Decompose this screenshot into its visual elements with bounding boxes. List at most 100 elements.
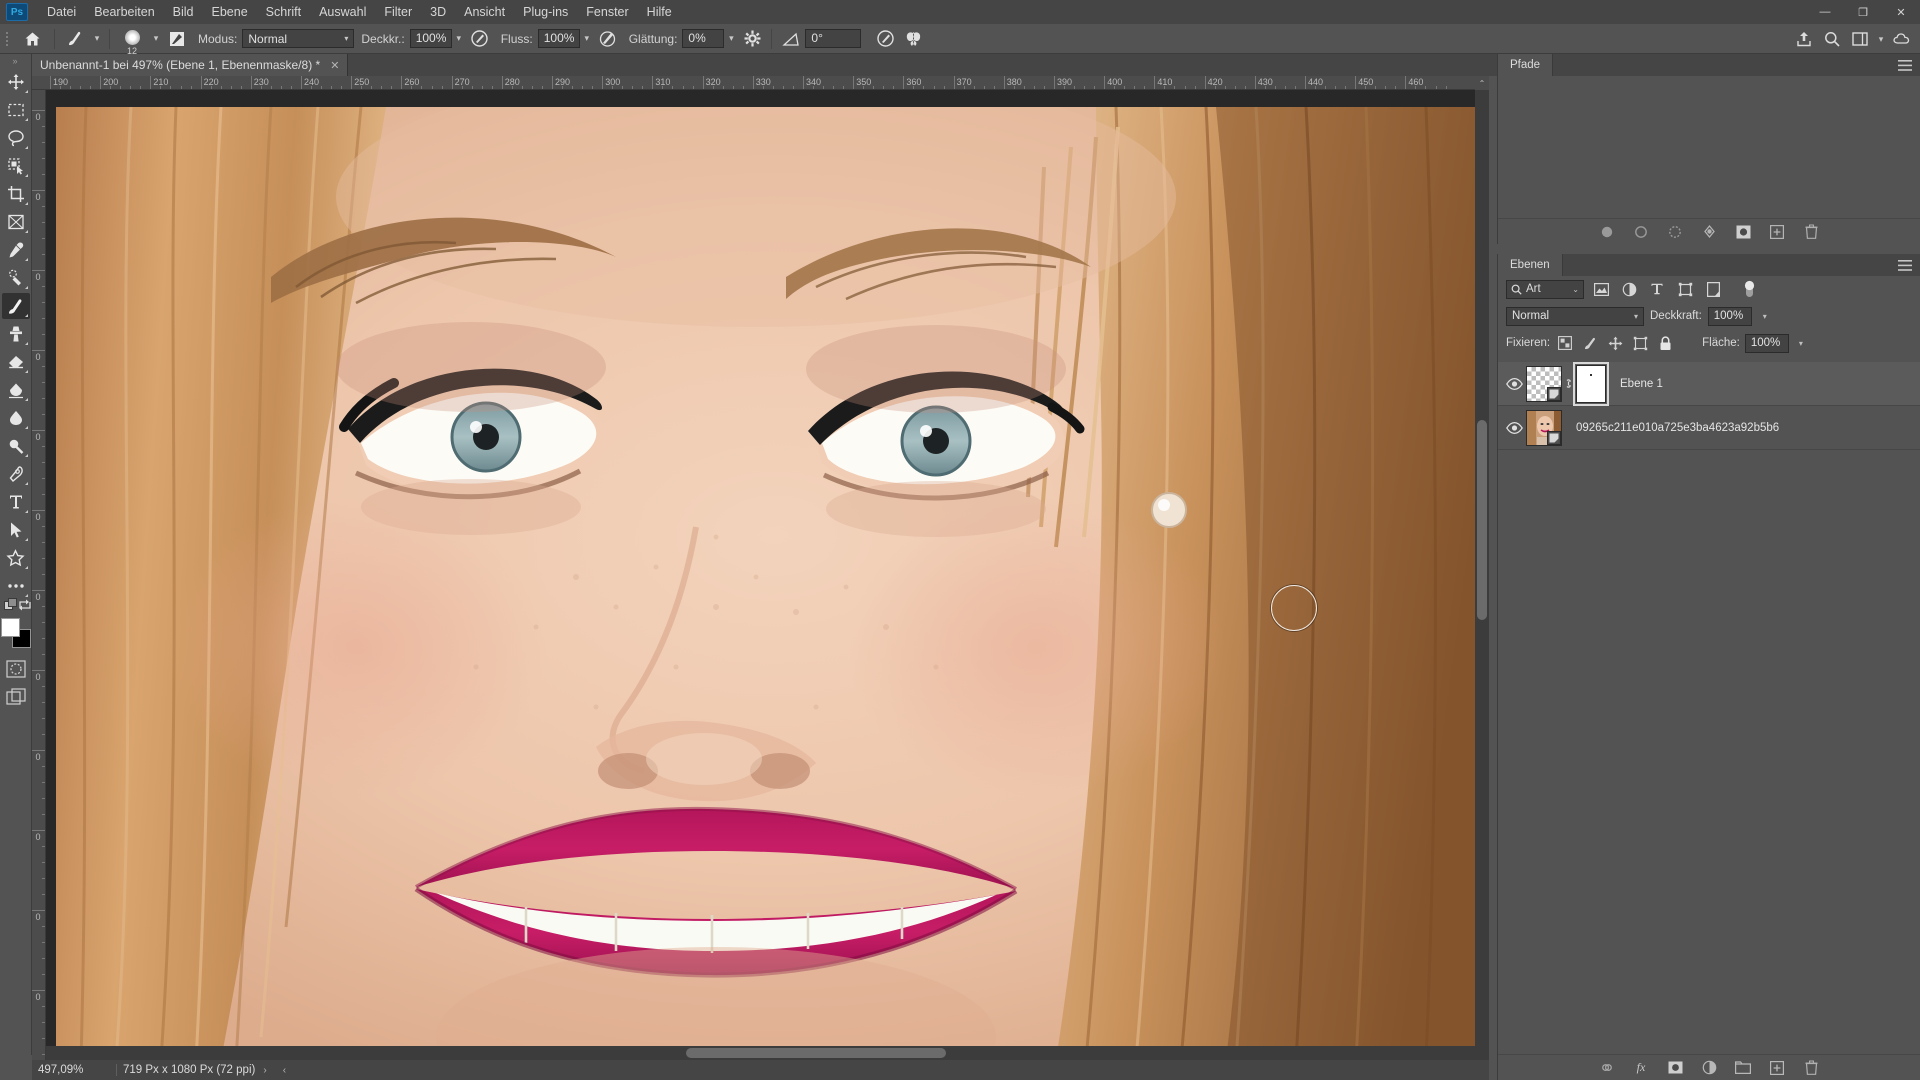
brush-tool[interactable] <box>1 293 30 319</box>
quick-mask-icon[interactable] <box>2 656 30 682</box>
options-bar-grip[interactable] <box>2 28 11 50</box>
menu-ebene[interactable]: Ebene <box>203 1 257 23</box>
lock-image-icon[interactable] <box>1580 333 1600 353</box>
delete-path-icon[interactable] <box>1803 224 1819 240</box>
status-expand-arrow[interactable]: › <box>263 1065 266 1076</box>
crop-tool[interactable] <box>2 181 30 207</box>
opacity-chevron-icon[interactable]: ▾ <box>452 27 466 51</box>
brush-preset-chevron-icon[interactable]: ▾ <box>149 27 163 51</box>
gear-icon[interactable] <box>740 27 764 51</box>
link-layers-icon[interactable] <box>1599 1060 1615 1076</box>
lock-artboard-icon[interactable] <box>1630 333 1650 353</box>
layer-list[interactable]: Ebene 1 09265c211e010a725e3ba4623a92b5b6 <box>1498 361 1920 1054</box>
menu-ansicht[interactable]: Ansicht <box>455 1 514 23</box>
panel-menu-icon[interactable] <box>1898 254 1912 276</box>
path-selection-tool[interactable] <box>2 517 30 543</box>
flow-input[interactable]: 100% <box>537 29 580 48</box>
angle-input[interactable]: 0° <box>805 29 862 48</box>
menu-schrift[interactable]: Schrift <box>257 1 310 23</box>
canvas-vertical-scrollbar[interactable] <box>1475 90 1489 1060</box>
add-mask-icon[interactable] <box>1735 224 1751 240</box>
layer-name[interactable]: 09265c211e010a725e3ba4623a92b5b6 <box>1576 422 1779 434</box>
document-tab[interactable]: Unbenannt-1 bei 497% (Ebene 1, Ebenenmas… <box>32 54 349 76</box>
canvas-area[interactable] <box>46 90 1489 1060</box>
document-dimensions[interactable]: 719 Px x 1080 Px (72 ppi) <box>123 1064 255 1076</box>
filter-pixel-icon[interactable] <box>1590 279 1612 299</box>
delete-layer-icon[interactable] <box>1803 1060 1819 1076</box>
adjustment-layer-icon[interactable] <box>1701 1060 1717 1076</box>
lock-position-icon[interactable] <box>1605 333 1625 353</box>
fill-path-icon[interactable] <box>1599 224 1615 240</box>
search-icon[interactable] <box>1820 27 1844 51</box>
smoothing-input[interactable]: 0% <box>682 29 725 48</box>
layer-name[interactable]: Ebene 1 <box>1620 378 1663 390</box>
swap-colors-icon[interactable] <box>18 598 32 617</box>
filter-smartobject-icon[interactable] <box>1702 279 1724 299</box>
pressure-size-icon[interactable] <box>873 27 897 51</box>
move-tool[interactable] <box>2 69 30 95</box>
blend-mode-select[interactable]: Normal ▾ <box>242 29 355 48</box>
workspace-icon[interactable] <box>1848 27 1872 51</box>
custom-shape-tool[interactable] <box>2 545 30 571</box>
horizontal-scroll-thumb[interactable] <box>686 1048 946 1058</box>
filter-adjustment-icon[interactable] <box>1618 279 1640 299</box>
layer-kind-filter[interactable]: Art ⌄ <box>1506 279 1584 299</box>
cloud-documents-icon[interactable] <box>1890 27 1914 51</box>
zoom-level[interactable]: 497,09% <box>32 1064 110 1076</box>
layer-opacity-input[interactable]: 100% <box>1707 306 1752 326</box>
table-row[interactable]: Ebene 1 <box>1498 361 1920 406</box>
tools-panel-grip[interactable]: » <box>0 54 31 68</box>
scroll-up-arrow[interactable]: ⌃ <box>1475 76 1489 90</box>
butterfly-symmetry-icon[interactable] <box>901 27 925 51</box>
brush-preset-icon[interactable] <box>165 27 189 51</box>
layer-thumbnail[interactable] <box>1526 365 1562 402</box>
rectangular-marquee-tool[interactable] <box>2 97 30 123</box>
filter-type-icon[interactable] <box>1646 279 1668 299</box>
lock-transparency-icon[interactable] <box>1555 333 1575 353</box>
canvas-horizontal-scrollbar[interactable] <box>46 1046 1489 1060</box>
menu-hilfe[interactable]: Hilfe <box>638 1 681 23</box>
close-button[interactable]: ✕ <box>1882 0 1920 24</box>
layer-fill-chevron-icon[interactable]: ▾ <box>1794 334 1808 353</box>
maximize-button[interactable]: ❐ <box>1844 0 1882 24</box>
frame-tool[interactable] <box>2 209 30 235</box>
tool-preset-chevron-icon[interactable]: ▾ <box>90 27 104 51</box>
layer-blend-mode-select[interactable]: Normal ▾ <box>1506 306 1644 326</box>
eraser-tool[interactable] <box>2 349 30 375</box>
healing-brush-tool[interactable] <box>2 265 30 291</box>
dodge-tool[interactable] <box>2 433 30 459</box>
status-collapse-arrow[interactable]: ‹ <box>283 1065 286 1076</box>
screen-mode-icon[interactable] <box>2 684 30 710</box>
blur-tool[interactable] <box>2 405 30 431</box>
menu-bild[interactable]: Bild <box>164 1 203 23</box>
airbrush-icon[interactable] <box>596 27 620 51</box>
quick-selection-tool[interactable] <box>2 153 30 179</box>
menu-plugins[interactable]: Plug-ins <box>514 1 577 23</box>
home-icon[interactable] <box>19 26 45 52</box>
type-tool[interactable] <box>2 489 30 515</box>
foreground-color-swatch[interactable] <box>0 618 20 637</box>
share-icon[interactable] <box>1792 27 1816 51</box>
menu-filter[interactable]: Filter <box>375 1 421 23</box>
menu-datei[interactable]: Datei <box>38 1 85 23</box>
tab-ebenen[interactable]: Ebenen <box>1498 254 1563 276</box>
menu-3d[interactable]: 3D <box>421 1 455 23</box>
table-row[interactable]: 09265c211e010a725e3ba4623a92b5b6 <box>1498 406 1920 450</box>
workspace-chevron-icon[interactable]: ▾ <box>1874 27 1888 51</box>
layer-visibility-toggle[interactable] <box>1502 406 1526 450</box>
add-mask-icon[interactable] <box>1667 1060 1683 1076</box>
menu-auswahl[interactable]: Auswahl <box>310 1 375 23</box>
flow-chevron-icon[interactable]: ▾ <box>580 27 594 51</box>
lock-all-icon[interactable] <box>1655 333 1675 353</box>
opacity-input[interactable]: 100% <box>409 29 452 48</box>
panel-menu-icon[interactable] <box>1898 54 1912 76</box>
edit-toolbar-icon[interactable] <box>3 597 18 617</box>
mask-link-icon[interactable] <box>1562 377 1574 390</box>
more-tools[interactable] <box>2 573 30 599</box>
clone-stamp-tool[interactable] <box>2 321 30 347</box>
gradient-tool[interactable] <box>2 377 30 403</box>
layer-mask-thumbnail[interactable] <box>1573 361 1609 406</box>
pressure-opacity-icon[interactable] <box>468 27 492 51</box>
lasso-tool[interactable] <box>2 125 30 151</box>
layer-style-icon[interactable]: fx <box>1633 1060 1649 1076</box>
